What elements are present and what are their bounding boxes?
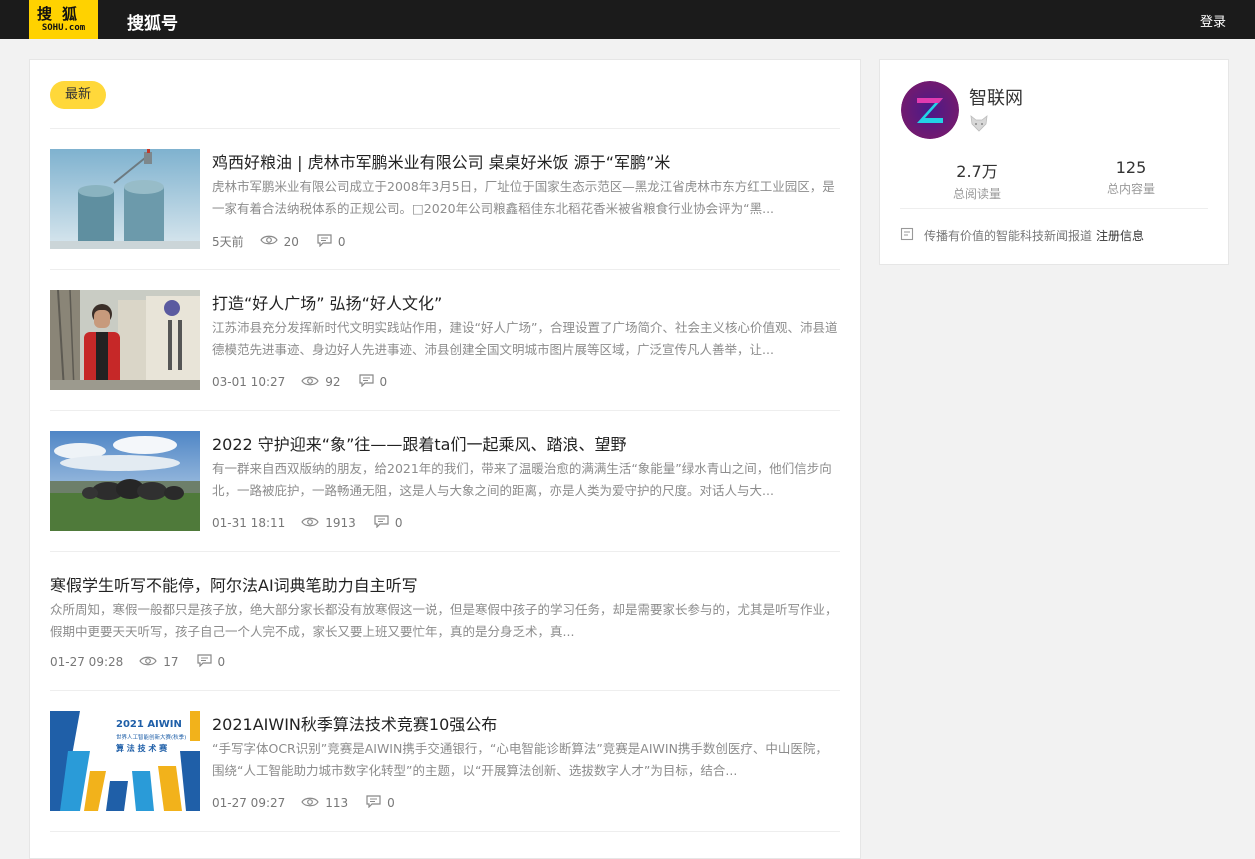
divider xyxy=(50,269,840,270)
article-time: 03-01 10:27 xyxy=(212,375,286,389)
article-title[interactable]: 寒假学生听写不能停，阿尔法AI词典笔助力自主听写 xyxy=(50,572,418,596)
eye-icon xyxy=(301,375,319,390)
eye-icon xyxy=(301,796,319,811)
profile-name[interactable]: 智联网 xyxy=(969,84,1023,110)
comment-icon xyxy=(366,795,381,811)
logo-text: 搜狐 xyxy=(37,5,88,23)
total-content-label: 总内容量 xyxy=(1106,182,1155,196)
thumb-category-text: 算 法 技 术 赛 xyxy=(116,743,168,753)
article-time: 01-31 18:11 xyxy=(212,516,286,530)
article-meta: 01-31 18:11 1913 0 xyxy=(212,515,420,531)
view-count: 1913 xyxy=(325,516,356,530)
article-item[interactable]: 2021 AIWIN 世界人工智能创新大赛(秋季) 算 法 技 术 赛 2021… xyxy=(50,711,840,811)
article-item[interactable]: 打造“好人广场” 弘扬“好人文化” 江苏沛县充分发挥新时代文明实践站作用，建设“… xyxy=(50,290,840,390)
article-title[interactable]: 鸡西好粮油 | 虎林市军鹏米业有限公司 桌桌好米饭 源于“军鹏”米 xyxy=(212,149,670,173)
article-summary: 江苏沛县充分发挥新时代文明实践站作用，建设“好人广场”，合理设置了广场简介、社会… xyxy=(212,320,838,357)
article-thumbnail[interactable]: 2021 AIWIN 世界人工智能创新大赛(秋季) 算 法 技 术 赛 xyxy=(50,711,200,811)
article-summary: 虎林市军鹏米业有限公司成立于2008年3月5日，厂址位于国家生态示范区—黑龙江省… xyxy=(212,179,835,216)
login-link[interactable]: 登录 xyxy=(1200,11,1226,30)
thumb-subtitle-text: 世界人工智能创新大赛(秋季) xyxy=(116,733,186,741)
article-summary: 众所周知，寒假一般都只是孩子放，绝大部分家长都没有放寒假这一说，但是寒假中孩子的… xyxy=(50,602,838,639)
eye-icon xyxy=(301,516,319,531)
view-count: 113 xyxy=(325,796,349,810)
article-meta: 01-27 09:28 17 0 xyxy=(50,654,243,670)
tab-latest[interactable]: 最新 xyxy=(50,81,106,109)
divider xyxy=(50,690,840,691)
article-thumbnail[interactable] xyxy=(50,431,200,531)
comment-count: 0 xyxy=(337,234,346,249)
article-thumbnail[interactable] xyxy=(50,149,200,249)
article-title[interactable]: 2021AIWIN秋季算法技术竞赛10强公布 xyxy=(212,711,497,735)
total-reads-value: 2.7万 xyxy=(956,162,998,181)
article-title[interactable]: 2022 守护迎来“象”往——跟着ta们一起乘风、踏浪、望野 xyxy=(212,431,626,455)
register-info-link[interactable]: 注册信息 xyxy=(1096,227,1144,244)
divider xyxy=(50,831,840,832)
article-time: 01-27 09:28 xyxy=(50,655,124,669)
comment-count: 0 xyxy=(394,516,403,530)
article-summary: 有一群来自西双版纳的朋友，给2021年的我们，带来了温暖治愈的满满生活“象能量”… xyxy=(212,461,832,498)
document-icon xyxy=(900,227,914,244)
comment-icon xyxy=(374,515,389,531)
article-item[interactable]: 寒假学生听写不能停，阿尔法AI词典笔助力自主听写 众所周知，寒假一般都只是孩子放… xyxy=(50,572,840,672)
view-count: 92 xyxy=(325,375,341,389)
article-meta: 5天前 20 0 xyxy=(212,233,364,250)
article-time: 01-27 09:27 xyxy=(212,796,286,810)
profile-card: 智联网 2.7万 总阅读量 125 总内容量 传播有价值的智能科技新闻报道 注册… xyxy=(879,59,1229,265)
view-count: 17 xyxy=(163,655,179,669)
top-nav-bar: 搜狐 SOHU.com 搜狐号 登录 xyxy=(0,0,1255,39)
article-summary: “手写字体OCR识别”竞赛是AIWIN携手交通银行，“心电智能诊断算法”竞赛是A… xyxy=(212,741,828,778)
thumb-aiwin-text: 2021 AIWIN xyxy=(116,719,182,730)
total-content-value: 125 xyxy=(1115,158,1147,177)
sohu-logo[interactable]: 搜狐 SOHU.com xyxy=(29,0,98,39)
profile-intro: 传播有价值的智能科技新闻报道 注册信息 xyxy=(900,227,1144,244)
total-reads-label: 总阅读量 xyxy=(952,187,1001,201)
eye-icon xyxy=(259,234,278,249)
profile-description: 传播有价值的智能科技新闻报道 xyxy=(924,229,1093,243)
article-thumbnail[interactable] xyxy=(50,290,200,390)
article-meta: 03-01 10:27 92 0 xyxy=(212,374,405,390)
comment-icon xyxy=(358,374,374,390)
article-item[interactable]: 2022 守护迎来“象”往——跟着ta们一起乘风、踏浪、望野 有一群来自西双版纳… xyxy=(50,431,840,531)
stat-total-reads: 2.7万 总阅读量 xyxy=(917,158,1037,202)
view-count: 20 xyxy=(283,234,299,249)
article-title[interactable]: 打造“好人广场” 弘扬“好人文化” xyxy=(212,290,442,314)
site-brand[interactable]: 搜狐号 xyxy=(127,9,178,34)
article-list-panel: 最新 鸡西好粮油 | 虎林市军鹏米业有限公司 桌桌好米饭 源于“军鹏”米 虎林市… xyxy=(29,59,861,859)
comment-count: 0 xyxy=(387,796,395,810)
comment-icon xyxy=(196,654,212,670)
article-meta: 01-27 09:27 113 0 xyxy=(212,795,413,811)
comment-count: 0 xyxy=(379,375,388,389)
divider xyxy=(50,128,840,129)
avatar[interactable] xyxy=(901,81,959,139)
eye-icon xyxy=(139,655,157,670)
divider xyxy=(900,208,1208,209)
logo-domain: SOHU.com xyxy=(41,23,86,33)
comment-count: 0 xyxy=(217,655,226,669)
divider xyxy=(50,410,840,411)
article-time: 5天前 xyxy=(212,235,244,249)
comment-icon xyxy=(317,233,332,250)
divider xyxy=(50,551,840,552)
fox-badge-icon xyxy=(969,114,989,132)
stat-total-content: 125 总内容量 xyxy=(1071,158,1191,197)
article-item[interactable]: 鸡西好粮油 | 虎林市军鹏米业有限公司 桌桌好米饭 源于“军鹏”米 虎林市军鹏米… xyxy=(50,149,840,249)
